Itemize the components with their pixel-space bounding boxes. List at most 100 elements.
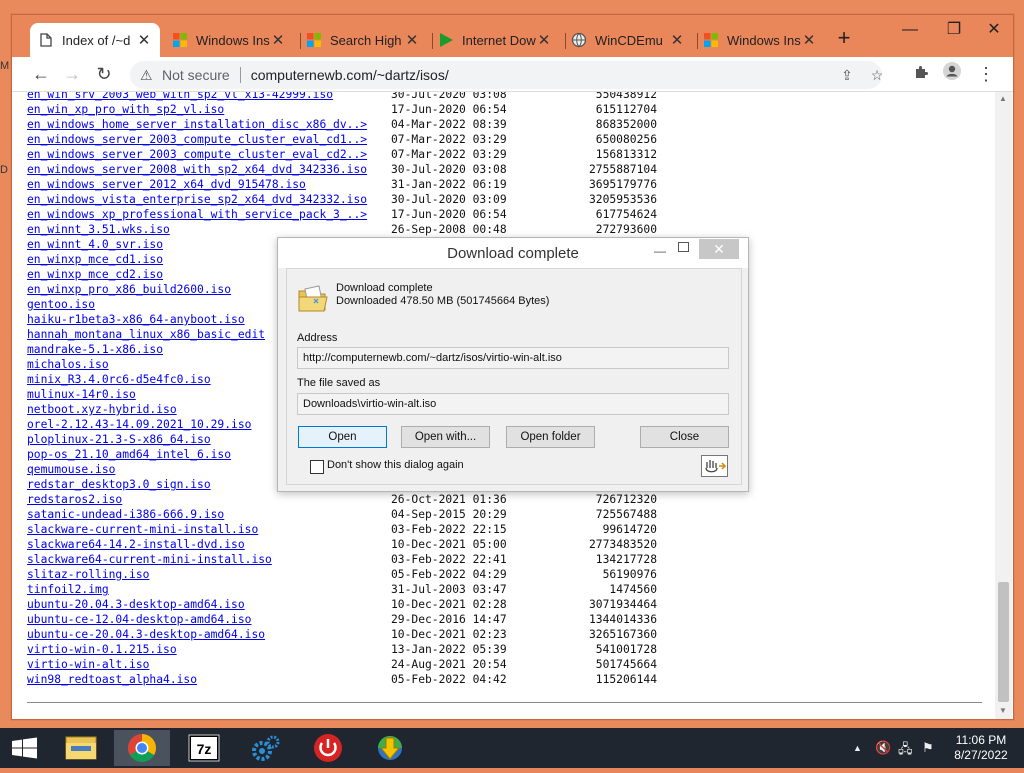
scrollbar-thumb[interactable] (998, 582, 1009, 702)
browser-toolbar: ← → ↻ ⚠ Not secure computernewb.com/~dar… (12, 57, 1013, 92)
file-link[interactable]: en_win_srv_2003_web_with_sp2_vl_x13-4299… (27, 92, 333, 102)
file-link[interactable]: slackware64-14.2-install-dvd.iso (27, 537, 245, 552)
close-icon[interactable]: ✕ (669, 31, 685, 49)
idm-icon[interactable] (362, 730, 418, 766)
dont-show-label[interactable]: Don't show this dialog again (327, 459, 464, 471)
file-link[interactable]: redstaros2.iso (27, 492, 122, 507)
file-link[interactable]: en_windows_server_2003_compute_cluster_e… (27, 132, 367, 147)
tab-windows-insider-2[interactable]: Windows Ins ✕ (695, 23, 825, 57)
dialog-maximize-button[interactable] (678, 242, 689, 252)
close-icon[interactable]: ✕ (136, 31, 152, 49)
drag-hand-icon[interactable] (701, 455, 728, 477)
bookmark-star-icon[interactable]: ☆ (868, 66, 886, 84)
chrome-icon[interactable] (114, 730, 170, 766)
file-link[interactable]: ploplinux-21.3-S-x86_64.iso (27, 432, 211, 447)
file-link[interactable]: tinfoil2.img (27, 582, 109, 597)
extensions-puzzle-icon[interactable] (908, 61, 934, 87)
settings-gears-icon[interactable] (238, 730, 294, 766)
saved-as-field[interactable]: Downloads\virtio-win-alt.iso (297, 393, 729, 415)
menu-kebab-icon[interactable]: ⋮ (973, 61, 999, 87)
forward-arrow-icon[interactable]: → (59, 61, 85, 87)
open-button[interactable]: Open (298, 426, 387, 448)
close-icon[interactable]: ✕ (536, 31, 552, 49)
file-link[interactable]: redstar_desktop3.0_sign.iso (27, 477, 211, 492)
file-link[interactable]: netboot.xyz-hybrid.iso (27, 402, 177, 417)
tab-windows-insider-1[interactable]: Windows Ins ✕ (164, 23, 294, 57)
system-clock[interactable]: 11:06 PM 8/27/2022 (946, 733, 1016, 763)
action-center-icon[interactable]: ⚑ (922, 740, 934, 756)
url-text[interactable]: computernewb.com/~dartz/isos/ (251, 67, 449, 83)
security-label[interactable]: Not secure (162, 67, 230, 83)
show-hidden-icons-chevron[interactable]: ▲ (853, 743, 862, 753)
file-link[interactable]: mulinux-14r0.iso (27, 387, 136, 402)
file-link[interactable]: orel-2.12.43-14.09.2021_10.29.iso (27, 417, 251, 432)
file-link[interactable]: en_windows_server_2008_with_sp2_x64_dvd_… (27, 162, 367, 177)
start-button[interactable] (0, 728, 50, 768)
file-link[interactable]: pop-os_21.10_amd64_intel_6.iso (27, 447, 231, 462)
dialog-close-button[interactable]: ✕ (699, 239, 739, 259)
file-link[interactable]: ubuntu-ce-12.04-desktop-amd64.iso (27, 612, 251, 627)
dialog-titlebar[interactable]: Download complete — ✕ (278, 238, 748, 268)
file-link[interactable]: qemumouse.iso (27, 462, 115, 477)
new-tab-button[interactable]: + (832, 27, 856, 51)
file-date: 05-Feb-2022 04:29 (391, 568, 507, 581)
back-arrow-icon[interactable]: ← (28, 61, 54, 87)
file-link[interactable]: en_windows_xp_professional_with_service_… (27, 207, 367, 222)
file-link[interactable]: slackware-current-mini-install.iso (27, 522, 258, 537)
warning-triangle-icon[interactable]: ⚠ (140, 67, 156, 84)
file-link[interactable]: win98_redtoast_alpha4.iso (27, 672, 197, 687)
file-link[interactable]: slackware64-current-mini-install.iso (27, 552, 272, 567)
file-link[interactable]: haiku-r1beta3-x86_64-anyboot.iso (27, 312, 245, 327)
file-link[interactable]: en_win_xp_pro_with_sp2_vl.iso (27, 102, 224, 117)
window-close-button[interactable]: ✕ (972, 15, 1016, 45)
close-icon[interactable]: ✕ (801, 31, 817, 49)
profile-avatar-icon[interactable] (939, 61, 965, 87)
file-link[interactable]: satanic-undead-i386-666.9.iso (27, 507, 224, 522)
tab-internet-download-manager[interactable]: Internet Dow ✕ (430, 23, 560, 57)
dialog-minimize-button[interactable]: — (654, 244, 666, 258)
vertical-scrollbar[interactable]: ▲ ▼ (995, 92, 1012, 719)
open-with-button[interactable]: Open with... (401, 426, 490, 448)
file-link[interactable]: en_windows_server_2003_compute_cluster_e… (27, 147, 367, 162)
file-link[interactable]: mandrake-5.1-x86.iso (27, 342, 163, 357)
file-link[interactable]: ubuntu-ce-20.04.3-desktop-amd64.iso (27, 627, 265, 642)
file-link[interactable]: en_winxp_pro_x86_build2600.iso (27, 282, 231, 297)
scroll-down-icon[interactable]: ▼ (999, 706, 1007, 715)
file-link[interactable]: gentoo.iso (27, 297, 95, 312)
file-link[interactable]: michalos.iso (27, 357, 109, 372)
file-size: 56190976 (602, 568, 657, 581)
close-icon[interactable]: ✕ (270, 31, 286, 49)
address-bar[interactable]: ⚠ Not secure computernewb.com/~dartz/iso… (130, 61, 883, 89)
open-folder-button[interactable]: Open folder (506, 426, 595, 448)
file-link[interactable]: ubuntu-20.04.3-desktop-amd64.iso (27, 597, 245, 612)
tab-index-of[interactable]: Index of /~d ✕ (30, 23, 160, 57)
speaker-muted-icon[interactable]: 🔇 (875, 740, 891, 756)
file-link[interactable]: en_winnt_4.0_svr.iso (27, 237, 163, 252)
file-link[interactable]: en_winxp_mce_cd2.iso (27, 267, 163, 282)
file-link[interactable]: virtio-win-0.1.215.iso (27, 642, 177, 657)
close-icon[interactable]: ✕ (404, 31, 420, 49)
file-link[interactable]: en_winxp_mce_cd1.iso (27, 252, 163, 267)
file-link[interactable]: virtio-win-alt.iso (27, 657, 149, 672)
file-link[interactable]: en_winnt_3.51.wks.iso (27, 222, 170, 237)
file-link[interactable]: en_windows_server_2012_x64_dvd_915478.is… (27, 177, 306, 192)
file-link[interactable]: hannah_montana_linux_x86_basic_edit (27, 327, 265, 342)
file-link[interactable]: minix_R3.4.0rc6-d5e4fc0.iso (27, 372, 211, 387)
tab-wincdemu[interactable]: WinCDEmu ✕ (563, 23, 693, 57)
file-link[interactable]: en_windows_home_server_installation_disc… (27, 117, 367, 132)
file-link[interactable]: en_windows_vista_enterprise_sp2_x64_dvd_… (27, 192, 367, 207)
7zip-icon[interactable]: 7z (176, 730, 232, 766)
reload-icon[interactable]: ↻ (91, 61, 117, 87)
close-button[interactable]: Close (640, 426, 729, 448)
dont-show-checkbox[interactable] (310, 460, 324, 474)
share-icon[interactable]: ⇪ (838, 66, 856, 84)
minimize-button[interactable]: — (888, 15, 932, 45)
file-explorer-icon[interactable] (53, 730, 109, 766)
network-icon[interactable]: 🖧 (898, 740, 913, 762)
power-icon[interactable] (300, 730, 356, 766)
restore-button[interactable]: ❐ (932, 15, 976, 45)
tab-search-highlights[interactable]: Search High ✕ (298, 23, 428, 57)
scroll-up-icon[interactable]: ▲ (999, 94, 1007, 103)
address-field[interactable]: http://computernewb.com/~dartz/isos/virt… (297, 347, 729, 369)
file-link[interactable]: slitaz-rolling.iso (27, 567, 149, 582)
